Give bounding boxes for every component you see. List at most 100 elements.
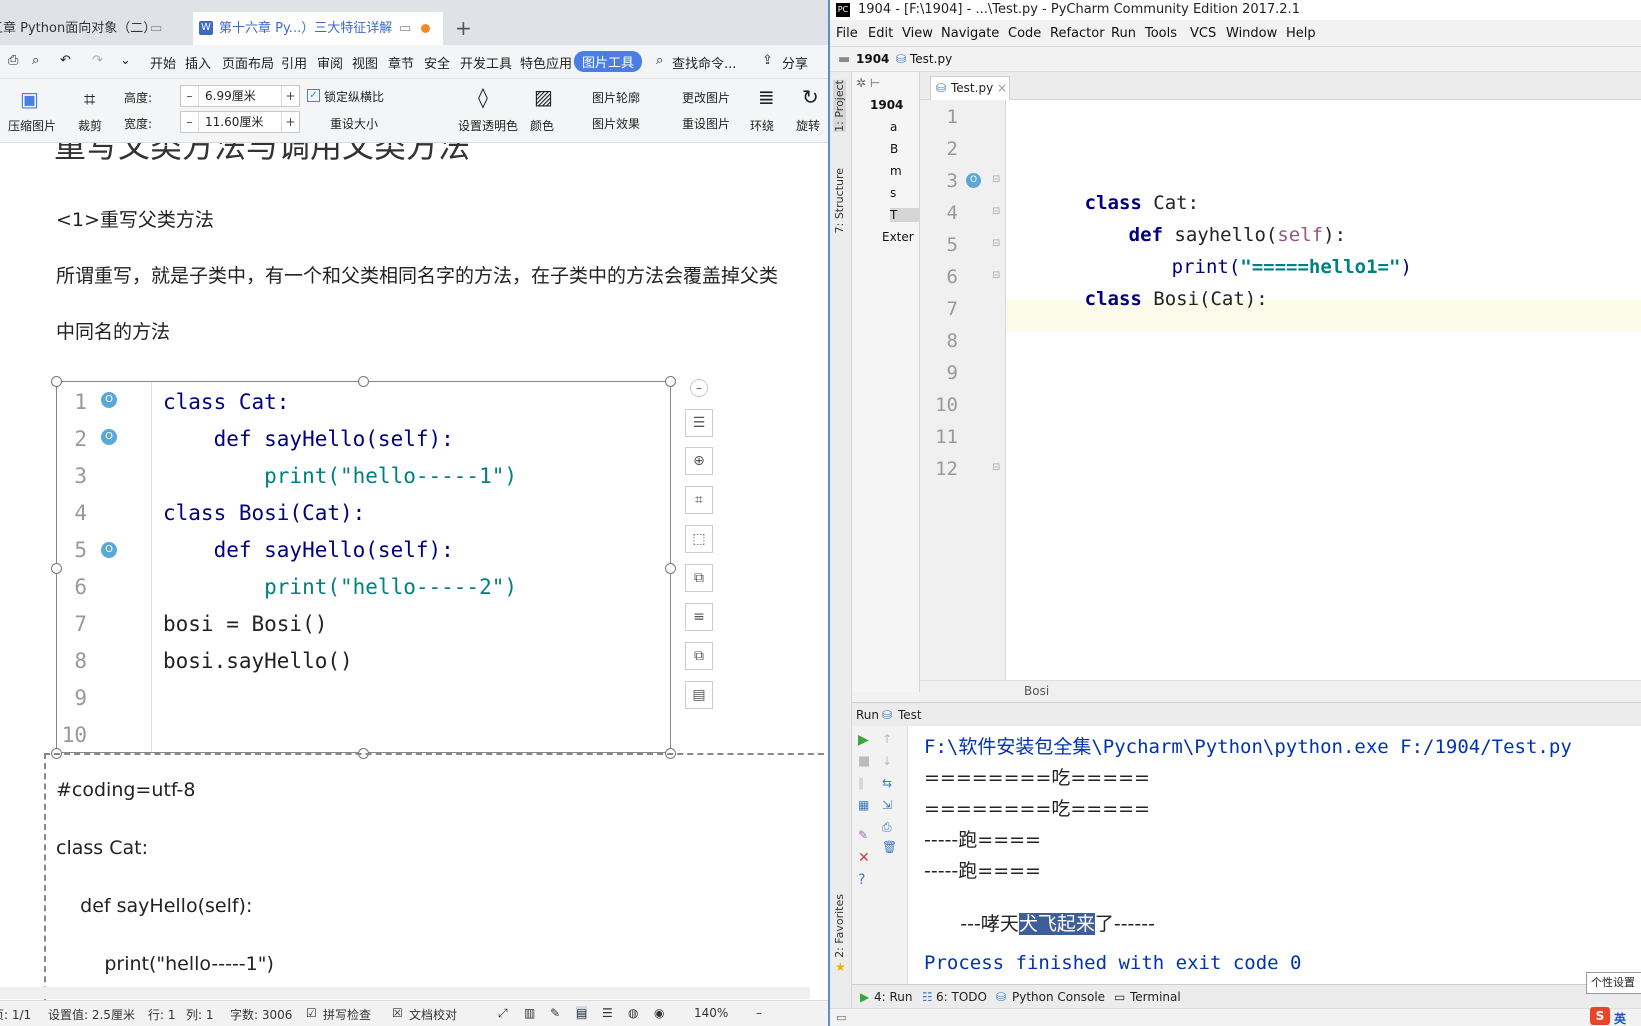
crop-picture-icon[interactable]: ⌗ [685,486,713,514]
more-icon[interactable]: ⌄ [120,53,131,68]
fold-icon[interactable]: ⊟ [992,206,1000,217]
reset-picture-button[interactable]: 重设图片 [682,115,730,132]
zoom-out-icon[interactable]: – [756,1006,762,1020]
picture-replace-icon[interactable]: ⧉ [685,642,713,670]
crop-button[interactable]: 裁剪 [78,117,102,134]
reading-view-icon[interactable]: ▥ [524,1006,535,1020]
set-transparent-button[interactable]: 设置透明色 [458,117,518,134]
zoom-picture-icon[interactable]: ⊕ [685,447,713,475]
menu-security[interactable]: 安全 [424,53,450,72]
close-icon[interactable]: × [997,77,1007,99]
search-command[interactable]: 查找命令... [672,53,736,72]
eye-protect-icon[interactable]: ◉ [654,1006,664,1020]
menu-insert[interactable]: 插入 [185,53,211,72]
menu-dev-tools[interactable]: 开发工具 [460,53,512,72]
menu-special[interactable]: 特色应用 [520,53,572,72]
redo-icon[interactable]: ↷ [92,53,103,68]
tree-root[interactable]: 1904 [870,98,903,112]
favorites-tool-tab[interactable]: 2: Favorites [833,894,846,958]
run-console[interactable]: F:\软件安装包全集\Pycharm\Python\python.exe F:/… [908,726,1641,984]
menu-view[interactable]: View [902,26,933,41]
picture-copy-icon[interactable]: ⧉ [685,564,713,592]
decrease-height-button[interactable]: – [181,86,199,106]
resize-handle[interactable] [358,376,369,387]
tree-item[interactable]: a [890,120,897,134]
menu-navigate[interactable]: Navigate [941,26,999,41]
resize-handle[interactable] [665,563,676,574]
tree-external[interactable]: Exter [882,230,914,244]
print-icon[interactable]: ⎙ [8,53,18,68]
code-editor[interactable]: 1 2 3 4 5 6 7 8 9 10 11 12 O ⊟ ⊟ ⊟ ⊟ ⊟ c… [920,100,1641,680]
horizontal-scrollbar[interactable] [0,987,810,999]
compress-button[interactable]: 压缩图片 [8,117,56,134]
print-icon[interactable]: ⎙ [882,820,892,835]
menu-vcs[interactable]: VCS [1190,26,1216,41]
tool-tab-terminal[interactable]: Terminal [1130,990,1181,1004]
nav-file[interactable]: Test.py [910,52,952,66]
menu-reference[interactable]: 引用 [281,53,307,72]
menu-chapter[interactable]: 章节 [388,53,414,72]
rerun-icon[interactable]: ▶ [858,732,869,748]
picture-text-icon[interactable]: ≡ [685,603,713,631]
up-icon[interactable]: ↑ [882,732,892,746]
ime-mode[interactable]: 英 [1614,1010,1626,1026]
color-button[interactable]: 颜色 [530,117,554,134]
soft-wrap-icon[interactable]: ⇆ [882,776,892,790]
menu-home[interactable]: 开始 [150,53,176,72]
stop-icon[interactable]: ■ [858,754,870,769]
tree-item[interactable]: B [890,142,898,156]
collapse-icon[interactable]: – [690,379,708,397]
pin-icon[interactable]: ✎ [858,828,868,842]
resize-handle[interactable] [51,376,62,387]
project-toolbar-icons[interactable]: ✲ ⊢ [856,76,880,90]
sogou-ime-icon[interactable]: S [1590,1007,1610,1025]
tree-item-selected[interactable]: T [890,208,919,222]
editor-breadcrumb[interactable]: Bosi [920,680,1641,702]
menu-help[interactable]: Help [1286,26,1316,41]
share-button[interactable]: 分享 [782,53,808,72]
structure-tool-tab[interactable]: 7: Structure [833,168,846,233]
menu-refactor[interactable]: Refactor [1050,26,1105,41]
tool-tab-run[interactable]: 4: Run [874,990,913,1004]
edit-view-icon[interactable]: ✎ [550,1006,560,1020]
trash-icon[interactable]: 🗑 [882,840,897,854]
lock-ratio-checkbox[interactable]: ✓ [307,89,320,102]
rotate-button[interactable]: 旋转 [796,117,820,134]
menu-window[interactable]: Window [1226,26,1277,41]
editor-tab-test-py[interactable]: ⛁ Test.py × [930,76,1010,100]
picture-select-icon[interactable]: ⬚ [685,525,713,553]
code-screenshot-image[interactable]: 1 2 3 4 5 6 7 8 9 10 O O O class Cat: de… [56,381,671,753]
new-tab-button[interactable]: + [455,12,472,45]
help-icon[interactable]: ? [858,872,865,888]
fold-icon[interactable]: ⊟ [992,462,1000,473]
picture-more-icon[interactable]: ▤ [685,681,713,709]
page-view-icon[interactable]: ▤ [576,1006,588,1020]
fold-icon[interactable]: ⊟ [992,270,1000,281]
close-run-icon[interactable]: ✕ [858,850,870,866]
spellcheck-button[interactable]: 拼写检查 [323,1006,371,1023]
menu-review[interactable]: 审阅 [317,53,343,72]
fold-icon[interactable]: ⊟ [992,174,1000,185]
down-icon[interactable]: ↓ [882,754,892,768]
outline-button[interactable]: 图片轮廓 [592,89,640,106]
document-tab-2[interactable]: W 第十六章 Py...）三大特征详解 ▭ [193,12,443,45]
menu-tools[interactable]: Tools [1145,26,1177,41]
wrap-button[interactable]: 环绕 [750,117,774,134]
preview-icon[interactable]: ⌕ [32,53,39,68]
menu-code[interactable]: Code [1008,26,1041,41]
menu-run[interactable]: Run [1111,26,1136,41]
scroll-end-icon[interactable]: ⇲ [882,798,892,812]
status-layout-icon[interactable]: ▭ [836,1011,846,1024]
increase-height-button[interactable]: + [281,86,299,106]
height-stepper[interactable]: – 6.99厘米 + [180,85,300,107]
pause-icon[interactable]: ∥ [858,776,864,790]
decrease-width-button[interactable]: – [181,112,199,132]
menu-page-layout[interactable]: 页面布局 [222,53,274,72]
layout-icon[interactable]: ▦ [858,798,869,812]
resize-handle[interactable] [51,563,62,574]
proofread-button[interactable]: 文档校对 [409,1006,457,1023]
reset-size-button[interactable]: 重设大小 [330,115,378,132]
run-config-tab[interactable]: Test [898,703,922,727]
increase-width-button[interactable]: + [281,112,299,132]
effect-button[interactable]: 图片效果 [592,115,640,132]
